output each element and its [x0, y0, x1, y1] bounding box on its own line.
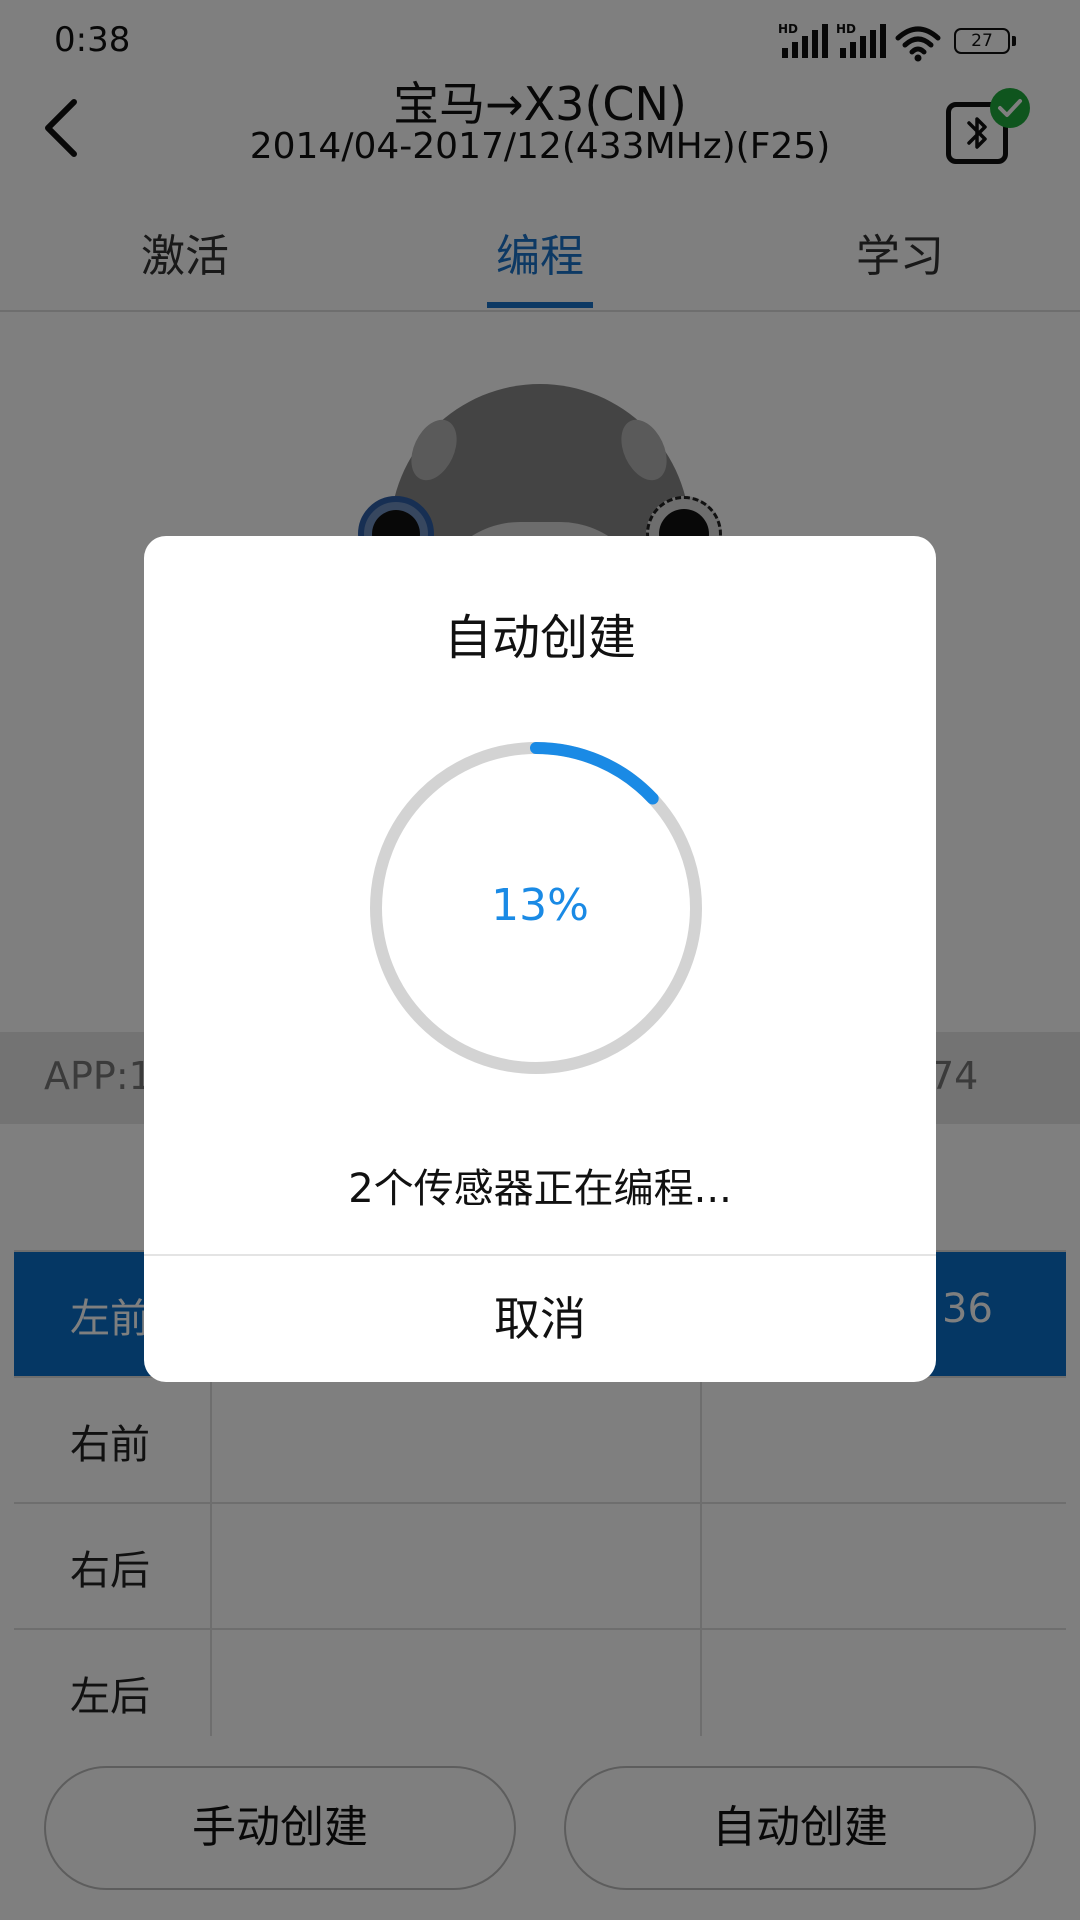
progress-dialog: 自动创建 13% 2个传感器正在编程... 取消: [144, 536, 936, 1382]
dialog-message: 2个传感器正在编程...: [348, 1166, 732, 1212]
progress-percent: 13%: [491, 880, 589, 931]
cancel-button[interactable]: 取消: [144, 1256, 936, 1382]
dialog-title: 自动创建: [443, 610, 636, 666]
